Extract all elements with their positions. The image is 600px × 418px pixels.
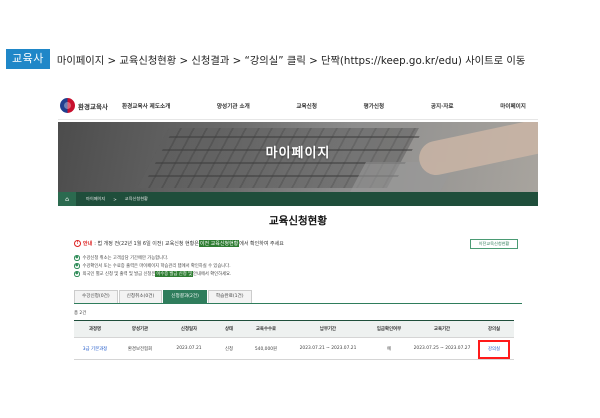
table-row: 3급 기본과정 환경보전협회 2023.07.21 신청 540,000원 20… [74,337,514,360]
col-status: 상태 [214,320,244,338]
cell-period: 2023.07.25 ~ 2023.07.27 [410,337,474,360]
main-menu: 환경교육사 제도소개 양성기관 소개 교육신청 평가신청 공지·자료 마이페이지 [122,102,538,110]
home-icon[interactable]: ⌂ [58,192,76,206]
tab-cancelled[interactable]: 신청취소(0건) [118,290,163,303]
breadcrumb-separator: > [113,196,117,202]
col-course: 과정명 [74,320,116,338]
cell-classroom: 강의실 [474,337,514,360]
warning-icon: ! [74,240,81,247]
breadcrumb-current[interactable]: 교육신청현황 [125,196,148,202]
breadcrumb-mypage[interactable]: 마이페이지 [86,196,105,202]
hero-title: 마이페이지 [265,146,331,161]
check-circle-icon: ● [74,271,80,277]
cell-deposit: 예 [368,337,410,360]
breadcrumb: ⌂ 마이페이지 > 교육신청현황 [58,192,538,206]
global-nav: 환경교육사 환경교육사 제도소개 양성기관 소개 교육신청 평가신청 공지·자료… [58,92,538,120]
cell-payment-period: 2023.07.21 ~ 2023.07.21 [288,337,368,360]
prev-application-button[interactable]: 이전교육신청현황 [470,239,518,249]
col-payment-period: 납부기간 [288,320,368,338]
logo-text: 환경교육사 [78,102,108,111]
guide-bullet: ● 수강확인서 또는 수료증 출력은 마이페이지 학습관리 탭에서 확인하실 수… [74,262,231,270]
cell-date: 2023.07.21 [164,337,214,360]
col-period: 교육기간 [410,320,474,338]
menu-item-system[interactable]: 환경교육사 제도소개 [122,102,170,110]
menu-item-education[interactable]: 교육신청 [296,102,317,110]
notice-line: ! 안내 : 법 개정 전(22년 1월 6일 이전) 교육신청 현황은 이전 … [74,240,284,247]
cell-course[interactable]: 3급 기본과정 [74,337,116,360]
cell-fee: 540,000원 [244,337,288,360]
col-deposit: 입금확인여부 [368,320,410,338]
tab-underline [74,303,522,304]
guide-bullet-text: 수강신청 취소는 고객상담 기간에만 가능합니다. [82,256,169,261]
cell-institution: 환경보전협회 [116,337,164,360]
tab-applied[interactable]: 수강신청(0건) [74,290,118,303]
table-header-row: 과정명 양성기관 신청일자 상태 교육수수료 납부기간 입금확인여부 교육기간 … [74,320,514,338]
col-date: 신청일자 [164,320,214,338]
instruction-bar: 교육사 마이페이지 > 교육신청현황 > 신청결과 > “강의실” 클릭 > 단… [6,49,525,69]
result-count: 총 2건 [74,311,87,316]
notice-text-after: 에서 확인하여 주세요 [239,241,284,247]
instruction-text: 마이페이지 > 교육신청현황 > 신청결과 > “강의실” 클릭 > 단짝(ht… [56,54,526,67]
site-logo[interactable]: 환경교육사 [60,98,122,113]
check-circle-icon: ● [74,263,80,269]
tab-completed[interactable]: 학습완료(1건) [207,290,252,303]
guide-bullet: ● 외국인 별교 신청 및 출력 및 발급 신청은 이수증 발급 신청 및 안내… [74,270,231,278]
guide-bullet-text: 수강확인서 또는 수료증 출력은 마이페이지 학습관리 탭에서 확인하실 수 있… [82,264,231,269]
hero-banner: 마이페이지 [58,122,538,192]
highlight-box [478,340,510,359]
status-tabs: 수강신청(0건) 신청취소(0건) 신청결과(2건) 학습완료(1건) [74,290,253,303]
guide-bullet: ● 수강신청 취소는 고객상담 기간에만 가능합니다. [74,254,231,262]
cell-status: 신청 [214,337,244,360]
taegeuk-logo-icon [60,98,75,113]
results-table: 과정명 양성기관 신청일자 상태 교육수수료 납부기간 입금확인여부 교육기간 … [74,320,514,360]
notice-text-before: : 법 개정 전(22년 1월 6일 이전) 교육신청 현황은 [94,241,199,247]
instruction-tag: 교육사 [6,49,50,69]
col-classroom: 강의실 [474,320,514,338]
guide-bullets: ● 수강신청 취소는 고객상담 기간에만 가능합니다. ● 수강확인서 또는 수… [74,254,231,278]
guide-bullet-highlight: 이수증 발급 신청 및 [155,271,194,277]
col-institution: 양성기관 [116,320,164,338]
notice-highlight: 이전 교육신청현황 [198,240,240,247]
menu-item-mypage[interactable]: 마이페이지 [500,102,526,110]
site-screenshot: 환경교육사 환경교육사 제도소개 양성기관 소개 교육신청 평가신청 공지·자료… [58,92,538,418]
page-title: 교육신청현황 [269,215,327,227]
menu-item-evaluation[interactable]: 평가신청 [364,102,385,110]
notice-label: 안내 [83,241,93,247]
guide-bullet-text-after: 안내에서 확인하세요. [193,272,232,277]
col-fee: 교육수수료 [244,320,288,338]
guide-bullet-text-before: 외국인 별교 신청 및 출력 및 발급 신청은 [82,272,156,277]
menu-item-notice[interactable]: 공지·자료 [431,102,454,110]
menu-item-institutions[interactable]: 양성기관 소개 [217,102,250,110]
check-circle-icon: ● [74,255,80,261]
tab-results[interactable]: 신청결과(2건) [163,290,207,303]
